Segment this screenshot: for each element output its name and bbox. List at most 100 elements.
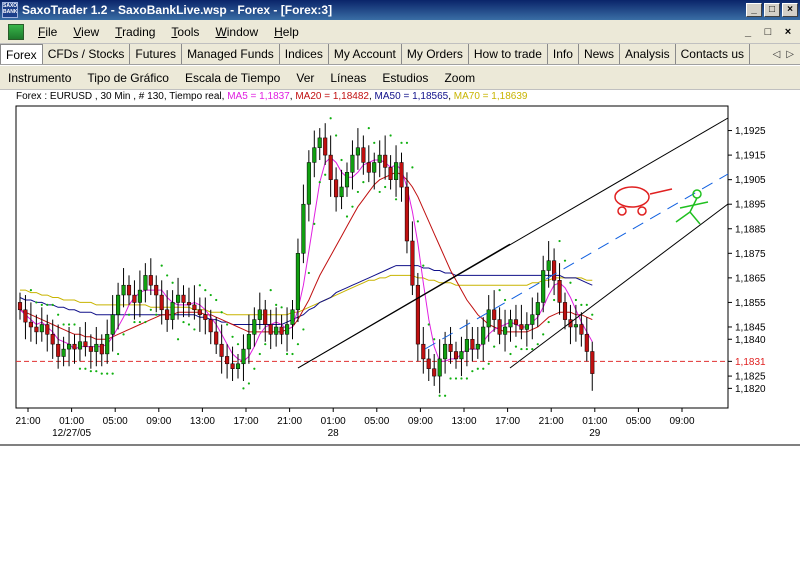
sar-dot-3 [35, 301, 38, 304]
tab-how-to-trade[interactable]: How to trade [469, 44, 548, 64]
sar-dot-22 [138, 320, 141, 324]
candle-94 [530, 314, 535, 325]
tab-my-account[interactable]: My Account [329, 44, 402, 64]
sar-dot-21 [133, 320, 136, 324]
mdi-minimize-button[interactable]: _ [740, 25, 756, 39]
candle-26 [159, 294, 164, 311]
menu-ver[interactable]: Ver [288, 71, 322, 85]
menu-help[interactable]: Help [266, 25, 307, 39]
tab-managed-funds[interactable]: Managed Funds [182, 44, 280, 64]
sar-dot-76 [433, 338, 436, 341]
lower-panel [0, 444, 800, 576]
x-tick-label-4: 13:00 [190, 416, 215, 427]
ma20-label: MA20 = 1,18482 [295, 91, 369, 102]
sar-dot-98 [553, 298, 556, 302]
tab-analysis[interactable]: Analysis [620, 44, 676, 64]
y-tick-label-2: 1,1905 [735, 175, 766, 186]
sar-dot-70 [400, 141, 403, 144]
menu-window[interactable]: Window [207, 25, 266, 39]
sar-dot-67 [384, 185, 387, 189]
sar-dot-88 [498, 289, 501, 292]
maximize-button[interactable]: □ [764, 3, 780, 17]
sar-dot-34 [204, 289, 207, 292]
menu-escala-de-tiempo[interactable]: Escala de Tiempo [177, 71, 288, 85]
scroll-right-icon[interactable]: ▷ [786, 49, 794, 60]
sar-dot-11 [78, 367, 82, 370]
candle-45 [263, 309, 268, 325]
candle-23 [143, 275, 148, 291]
menu-trading[interactable]: Trading [107, 25, 163, 39]
tab-forex[interactable]: Forex [0, 44, 43, 64]
tab-scroll: ◁ ▷ [773, 49, 794, 60]
sar-dot-66 [378, 190, 381, 194]
x-tick-label-12: 21:00 [539, 416, 564, 427]
candle-63 [361, 147, 366, 163]
sar-dot-59 [340, 158, 343, 162]
y-tick-label-10: 1,1831 [735, 357, 766, 368]
candle-91 [513, 319, 519, 325]
tab-my-orders[interactable]: My Orders [402, 44, 469, 64]
sar-dot-63 [362, 181, 365, 184]
sar-dot-44 [258, 352, 261, 356]
candle-20 [126, 284, 132, 296]
candle-72 [410, 240, 415, 286]
menu-estudios[interactable]: Estudios [374, 71, 436, 85]
menu-lineas[interactable]: Líneas [322, 71, 374, 85]
chart-area[interactable]: 1,1925 1,1915 1,1905 1,1895 1,1885 1,1875 1,18… [0, 104, 800, 444]
y-tick-label-5: 1,1875 [735, 249, 766, 260]
candle-86 [486, 309, 491, 328]
menu-tools[interactable]: Tools [163, 25, 207, 39]
candle-54 [312, 147, 317, 163]
candle-73 [415, 284, 420, 345]
sar-dot-84 [476, 367, 479, 370]
tab-futures[interactable]: Futures [130, 44, 183, 64]
candle-93 [524, 324, 529, 330]
candle-10 [72, 343, 77, 350]
sar-dot-73 [416, 220, 419, 223]
sar-dot-33 [198, 284, 201, 287]
price-chart[interactable]: 1,1925 1,1915 1,1905 1,1895 1,1885 1,1875 1,18… [0, 104, 800, 444]
tab-news[interactable]: News [579, 44, 620, 64]
sar-dot-62 [356, 190, 359, 194]
candle-89 [503, 326, 508, 335]
menu-file[interactable]: File [30, 25, 65, 39]
candle-24 [148, 275, 153, 286]
y-tick-label-4: 1,1885 [735, 224, 766, 235]
saxo-bank-logo: SAXO BANK [2, 2, 18, 18]
tab-indices[interactable]: Indices [280, 44, 329, 64]
candle-28 [170, 302, 175, 320]
candle-50 [290, 309, 295, 325]
sar-dot-55 [318, 181, 321, 184]
x-date-label-2: 29 [589, 428, 601, 439]
x-tick-label-6: 21:00 [277, 416, 302, 427]
candle-78 [443, 343, 448, 360]
sar-dot-83 [471, 370, 474, 373]
tab-contacts-us[interactable]: Contacts us [676, 44, 751, 64]
sar-dot-14 [95, 370, 98, 373]
tab-cfds-stocks[interactable]: CFDs / Stocks [43, 44, 131, 64]
menu-instrumento[interactable]: Instrumento [0, 71, 79, 85]
candle-35 [208, 319, 213, 333]
candle-98 [552, 260, 557, 281]
tab-info[interactable]: Info [548, 44, 579, 64]
sar-dot-30 [182, 320, 185, 324]
scroll-left-icon[interactable]: ◁ [773, 49, 781, 60]
close-button[interactable]: × [782, 3, 798, 17]
sar-dot-51 [296, 343, 300, 346]
mdi-close-button[interactable]: × [780, 25, 796, 39]
x-tick-label-10: 13:00 [451, 416, 476, 427]
chart-window-icon[interactable] [8, 23, 24, 40]
minimize-button[interactable]: _ [746, 3, 762, 17]
menu-view[interactable]: View [65, 25, 107, 39]
mdi-restore-button[interactable]: □ [760, 25, 776, 39]
sar-dot-45 [264, 343, 267, 346]
candle-38 [225, 356, 230, 365]
y-tick-label-8: 1,1845 [735, 322, 766, 333]
sar-dot-24 [149, 308, 152, 311]
plot-frame [15, 105, 729, 409]
sar-dot-20 [127, 313, 131, 316]
menu-tipo-de-grafico[interactable]: Tipo de Gráfico [79, 71, 177, 85]
menu-zoom[interactable]: Zoom [436, 71, 483, 85]
candle-80 [453, 351, 459, 360]
sar-dot-68 [389, 134, 392, 137]
